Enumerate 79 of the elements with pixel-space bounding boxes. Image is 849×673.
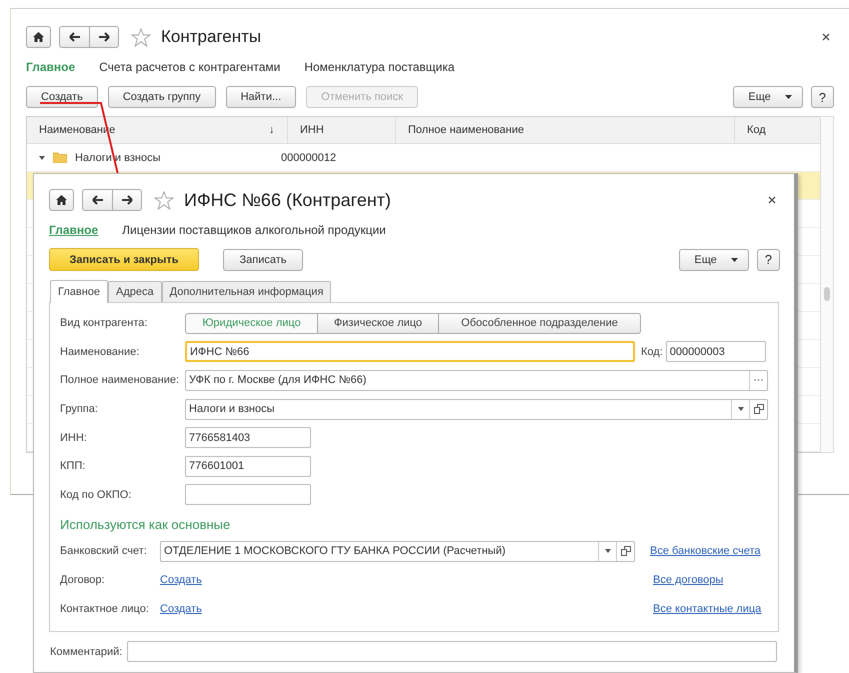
window-title: ИФНС №66 (Контрагент) [184, 190, 392, 210]
create-contact-link[interactable]: Создать [160, 602, 202, 615]
tab[interactable]: Адреса [108, 281, 162, 302]
full-name-field[interactable]: УФК по г. Москве (для ИФНС №66) [185, 370, 768, 391]
column-header[interactable]: ИНН [288, 117, 396, 143]
ellipsis-icon[interactable] [754, 379, 763, 382]
save-and-close-button[interactable]: Записать и закрыть [49, 248, 199, 271]
home-icon [33, 32, 44, 42]
dropdown-caret-icon[interactable] [604, 549, 610, 554]
dropdown-caret-icon[interactable] [738, 407, 744, 412]
forward-button[interactable] [112, 189, 142, 211]
back-button[interactable] [59, 26, 89, 48]
back-button[interactable] [82, 189, 112, 211]
section-link[interactable]: Счета расчетов с контрагентами [99, 60, 280, 74]
save-button[interactable]: Записать [223, 248, 303, 270]
table-cell: Налоги и взносы [75, 152, 160, 164]
toolbar-button[interactable]: Создать [26, 86, 98, 108]
field-label: ИНН: [60, 432, 88, 444]
dropdown-caret-icon [784, 95, 792, 99]
kpp-field[interactable]: 776601001 [185, 456, 311, 477]
open-window-icon[interactable] [620, 546, 630, 556]
comment-field[interactable] [127, 641, 777, 662]
kind-toggle-option[interactable]: Обособленное подразделение [439, 312, 641, 334]
section-link[interactable]: Главное [49, 223, 98, 237]
name-field[interactable]: ИФНС №66 [185, 341, 635, 362]
close-icon[interactable] [822, 33, 830, 41]
field-label: Контактное лицо: [60, 602, 150, 615]
home-button[interactable] [26, 26, 51, 48]
home-icon [56, 195, 67, 205]
field-label: Договор: [60, 574, 106, 586]
section-link[interactable]: Лицензии поставщиков алкогольной продукции [122, 223, 386, 237]
column-header[interactable]: Код [735, 117, 820, 143]
forward-button[interactable] [89, 26, 119, 48]
all-bank-accounts-link[interactable]: Все банковские счета [650, 545, 765, 558]
field-label: КПП: [60, 460, 86, 472]
forward-arrow-icon [98, 32, 110, 42]
back-arrow-icon [92, 195, 104, 205]
okpo-field[interactable] [185, 484, 311, 506]
toolbar-button[interactable]: Найти... [226, 86, 296, 108]
code-field[interactable]: 000000003 [666, 341, 766, 362]
back-arrow-icon [68, 32, 80, 42]
open-window-icon[interactable] [754, 404, 764, 414]
window-title: Контрагенты [161, 27, 262, 47]
field-label: Комментарий: [50, 646, 124, 658]
kind-toggle-option[interactable]: Физическое лицо [318, 312, 439, 334]
section-title: Используются как основные [60, 516, 232, 534]
all-contacts-link[interactable]: Все контактные лица [653, 602, 768, 615]
more-button[interactable]: Еще [733, 86, 803, 108]
star-icon[interactable] [131, 28, 151, 46]
field-label: Банковский счет: [60, 545, 148, 558]
section-link[interactable]: Главное [26, 60, 76, 74]
tab[interactable]: Дополнительная информация [162, 281, 332, 302]
field-label: Вид контрагента: [60, 317, 148, 330]
dropdown-caret-icon [730, 258, 738, 262]
home-button[interactable] [49, 189, 74, 211]
field-label: Код: [641, 346, 663, 358]
forward-arrow-icon [121, 195, 133, 205]
table-cell: 000000012 [281, 152, 336, 164]
field-label: Код по ОКПО: [60, 488, 132, 501]
group-field[interactable]: Налоги и взносы [185, 398, 768, 420]
create-contract-link[interactable]: Создать [160, 574, 202, 586]
close-icon[interactable] [768, 196, 776, 204]
all-contracts-link[interactable]: Все договоры [653, 574, 768, 586]
field-label: Полное наименование: [60, 374, 180, 386]
bank-account-field[interactable]: ОТДЕЛЕНИЕ 1 МОСКОВСКОГО ГТУ БАНКА РОССИИ (Расчетный) [160, 540, 635, 562]
help-button[interactable]: ? [810, 86, 834, 108]
more-button[interactable]: Еще [679, 248, 749, 270]
tab[interactable]: Главное [50, 280, 108, 303]
expand-caret-icon[interactable] [39, 154, 45, 160]
inn-field[interactable]: 7766581403 [185, 427, 311, 448]
column-header[interactable]: Полное наименование [396, 117, 735, 143]
scrollbar[interactable] [820, 116, 834, 453]
field-label: Группа: [60, 403, 99, 416]
section-link[interactable]: Номенклатура поставщика [304, 60, 455, 74]
field-label: Наименование: [60, 346, 140, 358]
toolbar-button[interactable]: Создать группу [108, 86, 216, 108]
folder-icon [53, 152, 67, 163]
star-icon[interactable] [154, 190, 174, 210]
help-button[interactable]: ? [756, 248, 780, 270]
